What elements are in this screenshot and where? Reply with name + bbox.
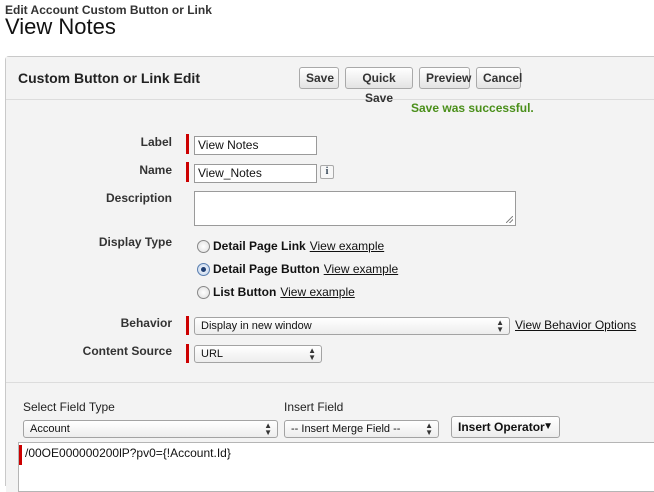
content-source-value: URL: [201, 348, 224, 360]
insert-operator-button[interactable]: Insert Operator ▼: [451, 416, 560, 438]
label-caption: Label: [140, 135, 172, 149]
required-marker: [186, 344, 189, 363]
radio-icon[interactable]: [197, 239, 210, 253]
field-type-caption: Select Field Type: [23, 400, 115, 414]
option-label: Detail Page Link: [213, 239, 306, 253]
display-type-option-button[interactable]: Detail Page Button View example: [197, 262, 398, 276]
formula-editor[interactable]: /00OE000000200lP?pv0={!Account.Id}: [18, 442, 654, 492]
insert-field-select[interactable]: -- Insert Merge Field -- ▲ ▼: [284, 420, 439, 438]
required-marker: [186, 316, 189, 335]
label-input[interactable]: View Notes: [194, 136, 317, 155]
radio-icon[interactable]: [197, 285, 210, 299]
view-behavior-options-link[interactable]: View Behavior Options: [515, 318, 636, 332]
required-marker: [186, 162, 189, 182]
select-arrows-icon: ▲ ▼: [264, 421, 272, 437]
insert-field-value: -- Insert Merge Field --: [291, 423, 401, 435]
quick-save-button[interactable]: Quick Save: [345, 67, 413, 105]
select-arrows-icon: ▲ ▼: [308, 346, 316, 362]
content-source-caption: Content Source: [82, 344, 172, 358]
name-input[interactable]: View_Notes: [194, 164, 317, 183]
edit-panel: Custom Button or Link Edit Save Quick Sa…: [5, 56, 654, 492]
description-caption: Description: [105, 191, 172, 205]
view-example-link[interactable]: View example: [280, 285, 354, 299]
cancel-button[interactable]: Cancel: [476, 67, 522, 89]
display-type-option-link[interactable]: Detail Page Link View example: [197, 239, 384, 253]
field-type-select[interactable]: Account ▲ ▼: [23, 420, 278, 438]
required-marker: [186, 134, 189, 154]
required-marker: [19, 445, 22, 465]
panel-title: Custom Button or Link Edit: [18, 70, 200, 86]
behavior-caption: Behavior: [120, 316, 172, 330]
info-icon[interactable]: i: [320, 165, 334, 179]
preview-button[interactable]: Preview: [419, 67, 471, 89]
select-arrows-icon: ▲ ▼: [496, 318, 504, 334]
radio-selected-icon[interactable]: [197, 262, 210, 276]
save-button[interactable]: Save: [299, 67, 339, 89]
behavior-value: Display in new window: [201, 320, 312, 332]
display-type-caption: Display Type: [98, 235, 172, 249]
view-example-link[interactable]: View example: [324, 262, 398, 276]
chevron-down-icon: ▼: [543, 421, 553, 432]
insert-field-caption: Insert Field: [284, 400, 344, 414]
option-label: List Button: [213, 285, 277, 299]
select-arrows-icon: ▲ ▼: [425, 421, 433, 437]
resize-grip-icon[interactable]: [506, 216, 513, 223]
display-type-option-list[interactable]: List Button View example: [197, 285, 355, 299]
name-caption: Name: [139, 163, 172, 177]
description-textarea[interactable]: [194, 191, 516, 226]
view-example-link[interactable]: View example: [310, 239, 384, 253]
behavior-select[interactable]: Display in new window ▲ ▼: [194, 317, 510, 335]
field-type-value: Account: [30, 423, 70, 435]
option-label: Detail Page Button: [213, 262, 320, 276]
page-title: View Notes: [5, 14, 116, 39]
panel-header: Custom Button or Link Edit Save Quick Sa…: [6, 57, 654, 105]
content-source-select[interactable]: URL ▲ ▼: [194, 345, 322, 363]
success-message: Save was successful.: [411, 101, 534, 115]
formula-text: /00OE000000200lP?pv0={!Account.Id}: [25, 446, 231, 460]
insert-operator-label: Insert Operator: [458, 420, 545, 434]
